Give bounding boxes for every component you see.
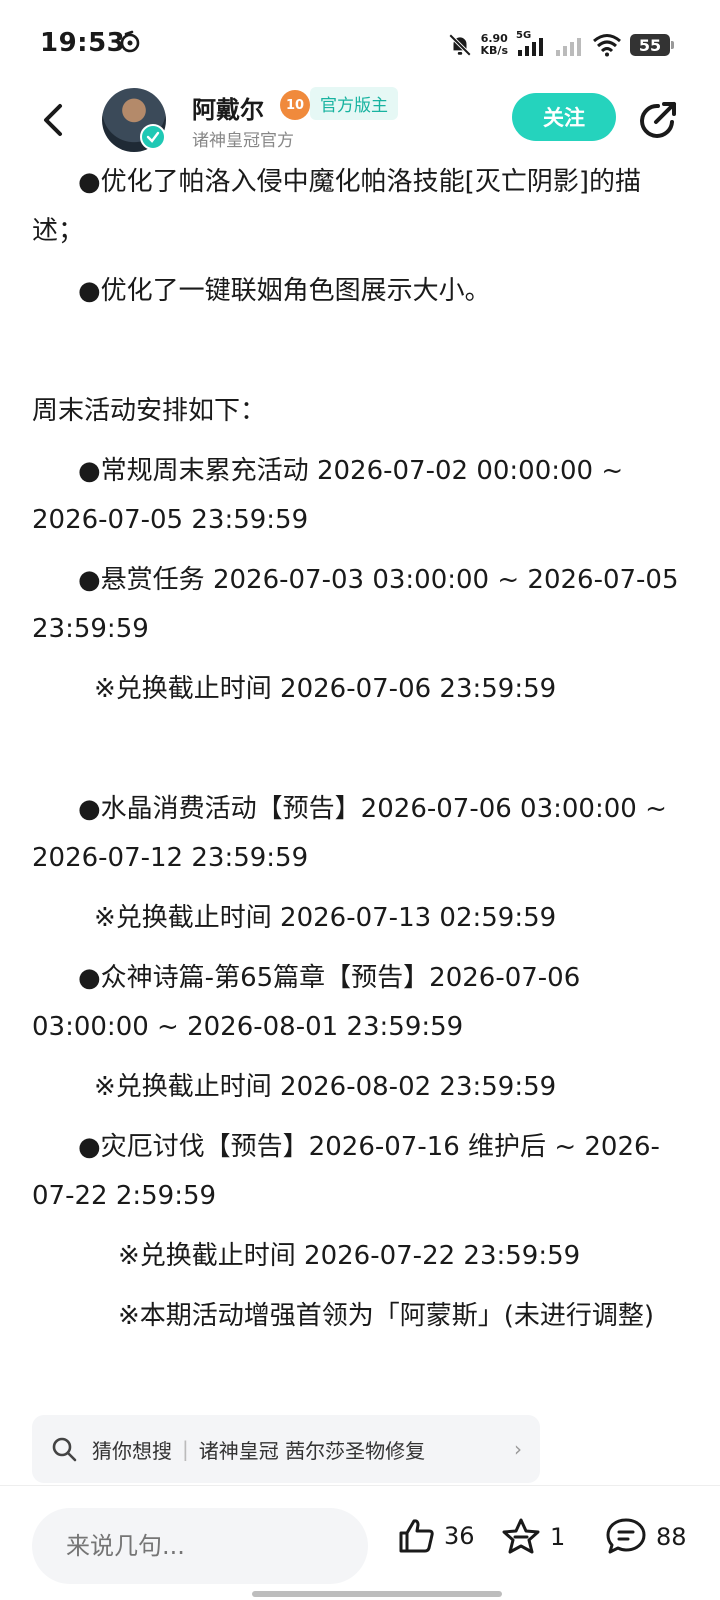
content-paragraph: ※本期活动增强首领为「阿蒙斯」(未进行调整) [118, 1301, 655, 1331]
favorite-button[interactable]: 1 [500, 1516, 565, 1558]
battery-level: 55 [638, 35, 662, 55]
content-paragraph: ●常规周末累充活动 2026-07-02 00:00:00 ~ 2026-07-… [32, 456, 624, 535]
content-paragraph: ●悬赏任务 2026-07-03 03:00:00 ~ 2026-07-05 2… [32, 565, 679, 644]
signal-5g: 5G [516, 30, 546, 58]
net-speed-unit: KB/s [480, 44, 508, 57]
mute-bell-icon [448, 33, 471, 57]
star-icon [502, 1518, 540, 1554]
post-header: 阿戴尔 10 官方版主 诸神皇冠官方 关注 [0, 86, 720, 166]
content-paragraph: ●优化了帕洛入侵中魔化帕洛技能[灭亡阴影]的描述； [32, 167, 641, 246]
home-indicator [252, 1591, 502, 1597]
comment-bubble-icon [606, 1518, 646, 1554]
comment-button[interactable]: 88 [604, 1516, 687, 1558]
suggest-divider: | [182, 1437, 189, 1461]
content-paragraph: ●灾厄讨伐【预告】2026-07-16 维护后 ~ 2026-07-22 2:5… [32, 1132, 660, 1211]
app-notification-icon [120, 30, 140, 53]
status-time: 19:53 [40, 28, 126, 58]
share-icon[interactable] [636, 98, 680, 142]
search-icon [52, 1437, 77, 1462]
signal-strength-icon [518, 38, 543, 56]
author-name[interactable]: 阿戴尔 [192, 90, 264, 125]
wifi-icon [593, 34, 621, 57]
suggest-query[interactable]: 诸神皇冠 茜尔莎圣物修复 [199, 1435, 425, 1464]
bottom-action-bar: 36 1 88 [0, 1485, 720, 1600]
content-paragraph: 周末活动安排如下： [32, 396, 267, 426]
content-paragraph: ※兑换截止时间 2026-07-06 23:59:59 [94, 674, 557, 704]
status-icons: 6.90 KB/s 5G 55 [447, 28, 674, 62]
role-badge: 官方版主 [310, 87, 398, 120]
status-bar: 19:53 6.90 KB/s 5G 55 [0, 0, 720, 90]
level-badge: 10 [280, 90, 310, 120]
back-arrow-icon[interactable] [34, 100, 74, 140]
comment-count: 88 [656, 1523, 687, 1551]
follow-button[interactable]: 关注 [512, 93, 616, 141]
content-paragraph: ●众神诗篇-第65篇章【预告】2026-07-06 03:00:00 ~ 202… [32, 963, 581, 1042]
like-count: 36 [444, 1522, 475, 1550]
chevron-right-icon: › [514, 1437, 522, 1461]
suggest-label: 猜你想搜 [92, 1438, 172, 1463]
content-paragraph: ●优化了一键联姻角色图展示大小。 [78, 276, 491, 306]
content-paragraph: ※兑换截止时间 2026-08-02 23:59:59 [94, 1072, 557, 1102]
net-speed: 6.90 KB/s [481, 33, 508, 57]
comment-input[interactable] [32, 1508, 368, 1584]
content-paragraph: ※兑换截止时间 2026-07-22 23:59:59 [118, 1241, 581, 1271]
search-suggestion[interactable]: 猜你想搜 | 诸神皇冠 茜尔莎圣物修复 › [32, 1415, 540, 1483]
verified-check-icon [140, 124, 166, 150]
favorite-count: 1 [550, 1523, 566, 1551]
battery-indicator: 55 [630, 34, 674, 56]
like-button[interactable]: 36 [396, 1516, 475, 1556]
thumbs-up-icon [399, 1519, 434, 1553]
author-subtitle: 诸神皇冠官方 [192, 131, 294, 151]
post-body: ●优化了帕洛入侵中魔化帕洛技能[灭亡阴影]的描述； ●优化了一键联姻角色图展示大小… [32, 158, 688, 1352]
content-paragraph: ●水晶消费活动【预告】2026-07-06 03:00:00 ~ 2026-07… [32, 794, 667, 873]
content-paragraph: ※兑换截止时间 2026-07-13 02:59:59 [94, 903, 557, 933]
signal-weak-icon [556, 38, 581, 56]
